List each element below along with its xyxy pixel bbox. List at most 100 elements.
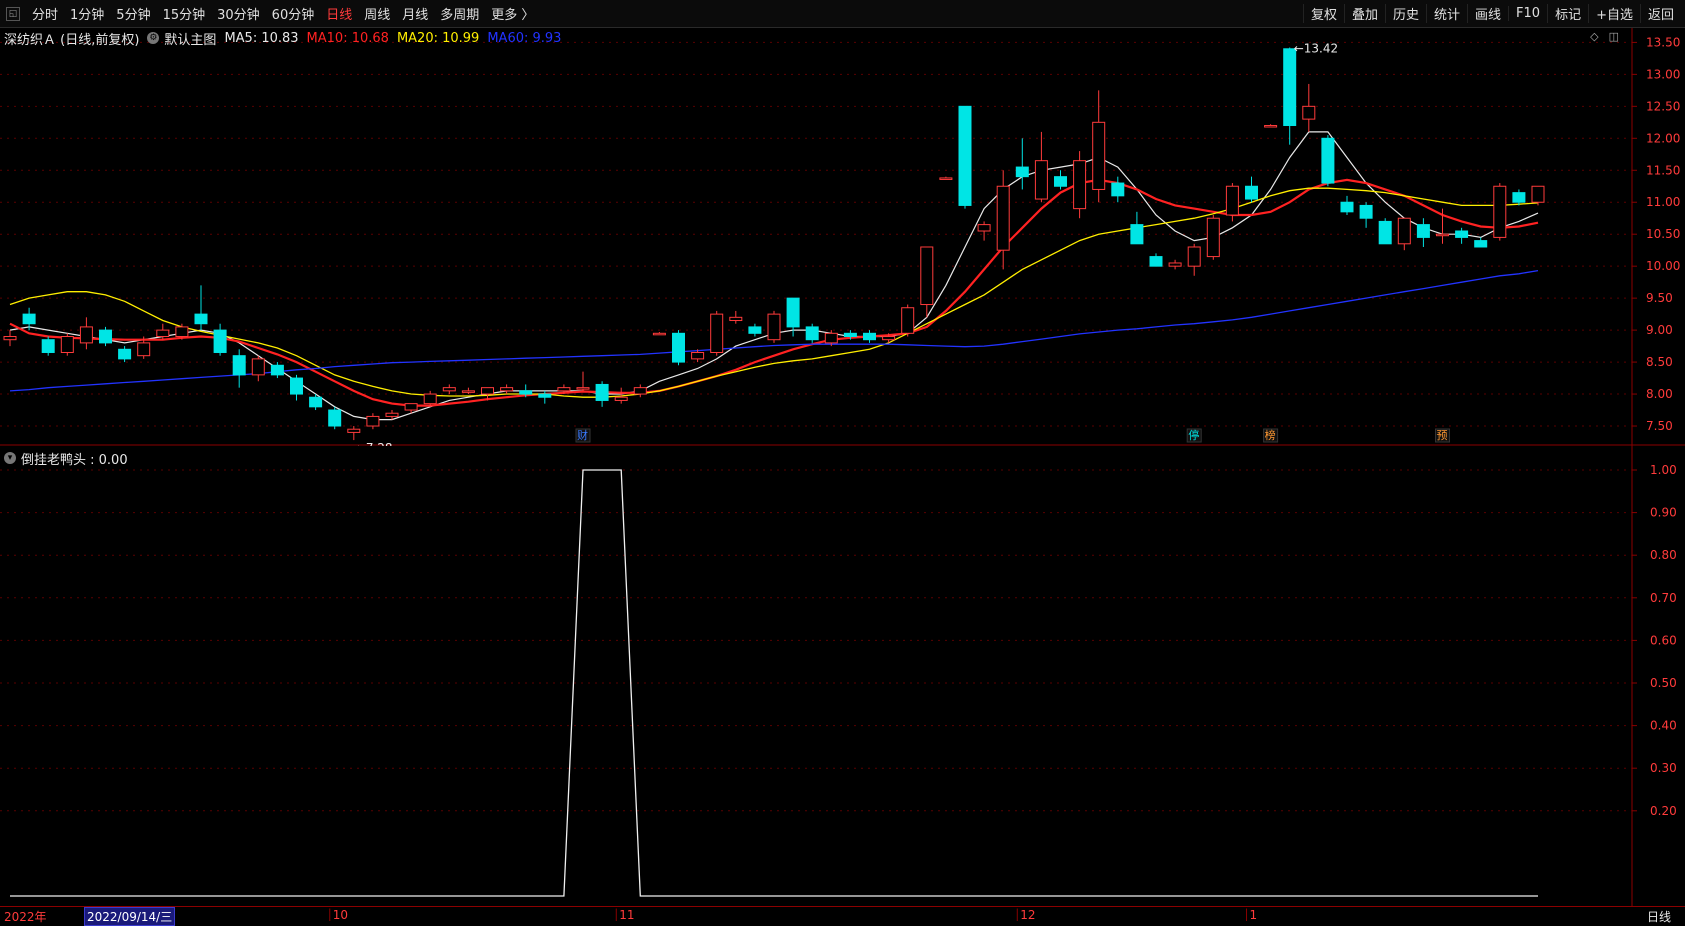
- period-label[interactable]: 日线: [1647, 908, 1671, 925]
- candle-body: [843, 332, 857, 338]
- candle-body: [194, 313, 208, 325]
- tool-button[interactable]: 标记: [1547, 4, 1588, 23]
- candle-body: [1225, 185, 1239, 216]
- candle-body: [901, 307, 915, 334]
- candle-body: [60, 336, 74, 353]
- period-tab[interactable]: 5分钟: [110, 4, 156, 23]
- tool-button[interactable]: 统计: [1426, 4, 1467, 23]
- candle-body: [863, 332, 876, 341]
- candle-body: [1436, 233, 1449, 237]
- candle-body: [41, 339, 55, 353]
- price-tick-label: 8.00: [1646, 387, 1673, 401]
- tool-button[interactable]: 历史: [1384, 4, 1426, 23]
- period-tab[interactable]: 分时: [26, 4, 64, 23]
- candle-body: [99, 329, 112, 344]
- candle-body: [1034, 160, 1048, 200]
- candle-body: [1130, 224, 1144, 245]
- candle-body: [1378, 220, 1392, 245]
- candle-body: [404, 403, 418, 411]
- candle-body: [1302, 105, 1316, 120]
- stock-title[interactable]: 深纺织Ａ (日线,前复权): [4, 29, 139, 48]
- period-tab[interactable]: 更多 〉: [485, 4, 540, 23]
- period-tab[interactable]: 1分钟: [64, 4, 110, 23]
- period-tab[interactable]: 周线: [358, 4, 396, 23]
- price-tick-label: 9.00: [1646, 323, 1673, 337]
- candle-body: [481, 387, 494, 395]
- window-control-icon[interactable]: ◱: [6, 6, 20, 21]
- main-legend: 深纺织Ａ (日线,前复权) ⚙ 默认主图 MA5: 10.83 MA10: 10…: [4, 28, 569, 48]
- candle-body: [710, 313, 724, 353]
- candle-body: [232, 355, 246, 376]
- candle-body: [461, 390, 475, 393]
- indicator-value[interactable]: 倒挂老鸭头 : 0.00: [21, 449, 128, 468]
- candle-body: [538, 393, 552, 398]
- candle-body: [1474, 240, 1488, 248]
- high-price-label: ←13.42: [1294, 42, 1338, 56]
- main-indicator-label[interactable]: 默认主图: [164, 29, 216, 48]
- tool-button[interactable]: +自选: [1588, 4, 1640, 23]
- candle-body: [633, 387, 647, 395]
- candle-body: [519, 390, 533, 395]
- candle-body: [500, 387, 514, 392]
- candle-body: [309, 396, 323, 408]
- tool-button[interactable]: 复权: [1302, 4, 1344, 23]
- candle-body: [786, 297, 800, 328]
- candle-body: [347, 428, 361, 433]
- candle-body: [442, 387, 456, 392]
- tool-button[interactable]: F10: [1508, 6, 1547, 21]
- tool-button[interactable]: 返回: [1639, 4, 1681, 23]
- candle-body: [729, 316, 743, 322]
- candle-body: [1512, 192, 1526, 203]
- period-tab[interactable]: 日线: [320, 4, 358, 23]
- candle-body: [1531, 185, 1545, 203]
- indicator-tick-label: 0.80: [1650, 548, 1677, 562]
- date-axis: 2022年 2022/09/14/三 日线 | 10 | 11 | 12 | 1: [0, 906, 1685, 926]
- candle-body: [3, 336, 17, 341]
- period-tab[interactable]: 多周期: [434, 4, 485, 23]
- candle-body: [1340, 201, 1354, 213]
- tool-button[interactable]: 画线: [1467, 4, 1508, 23]
- candle-body: [366, 415, 380, 427]
- candle-body: [156, 329, 170, 338]
- period-tab[interactable]: 月线: [396, 4, 434, 23]
- indicator-tick-label: 1.00: [1650, 463, 1677, 477]
- candle-body: [882, 336, 896, 341]
- indicator-gear-icon[interactable]: ▾: [4, 452, 16, 464]
- date-cursor-label: 2022/09/14/三: [84, 907, 176, 926]
- candle-body: [328, 409, 342, 427]
- period-tab[interactable]: 60分钟: [266, 4, 321, 23]
- month-label: 1: [1249, 908, 1258, 922]
- diamond-icon[interactable]: ◇: [1590, 30, 1598, 43]
- candlestick-chart[interactable]: 13.50 13.00 12.50 12.00 11.50 11.00 10.50 10.00…: [0, 28, 1685, 446]
- price-tick-label: 10.50: [1646, 227, 1680, 241]
- candle-body: [1264, 125, 1278, 128]
- candle-body: [1397, 217, 1411, 245]
- maximize-icon[interactable]: ◫: [1609, 30, 1619, 43]
- candle-body: [1168, 262, 1182, 267]
- period-tab[interactable]: 30分钟: [211, 4, 266, 23]
- settings-gear-icon[interactable]: ⚙: [147, 32, 160, 44]
- candle-body: [270, 364, 284, 376]
- candle-body: [1073, 160, 1087, 210]
- ma10-legend: MA10: 10.68: [306, 30, 389, 46]
- ma5-legend: MA5: 10.83: [224, 30, 299, 46]
- price-tick-label: 13.00: [1646, 67, 1680, 81]
- price-tick-label: 7.50: [1646, 419, 1673, 433]
- indicator-chart[interactable]: 1.00 0.90 0.80 0.70 0.60 0.50 0.40 0.30 0.20: [0, 446, 1685, 906]
- ma20-legend: MA20: 10.99: [396, 30, 480, 46]
- indicator-tick-label: 0.20: [1650, 804, 1677, 818]
- indicator-tick-label: 0.90: [1650, 506, 1677, 520]
- candle-body: [920, 246, 934, 306]
- candle-body: [1416, 224, 1430, 238]
- event-marker: 榜: [1265, 428, 1276, 442]
- tool-button[interactable]: 叠加: [1343, 4, 1385, 23]
- month-label: 12: [1020, 908, 1036, 922]
- indicator-tick-label: 0.40: [1650, 719, 1677, 733]
- period-tab[interactable]: 15分钟: [157, 4, 212, 23]
- candle-body: [958, 105, 972, 206]
- month-label: 10: [332, 908, 348, 922]
- event-marker: 财: [577, 428, 588, 442]
- candle-body: [767, 313, 781, 341]
- candle-body: [290, 377, 303, 395]
- candle-body: [1111, 182, 1125, 197]
